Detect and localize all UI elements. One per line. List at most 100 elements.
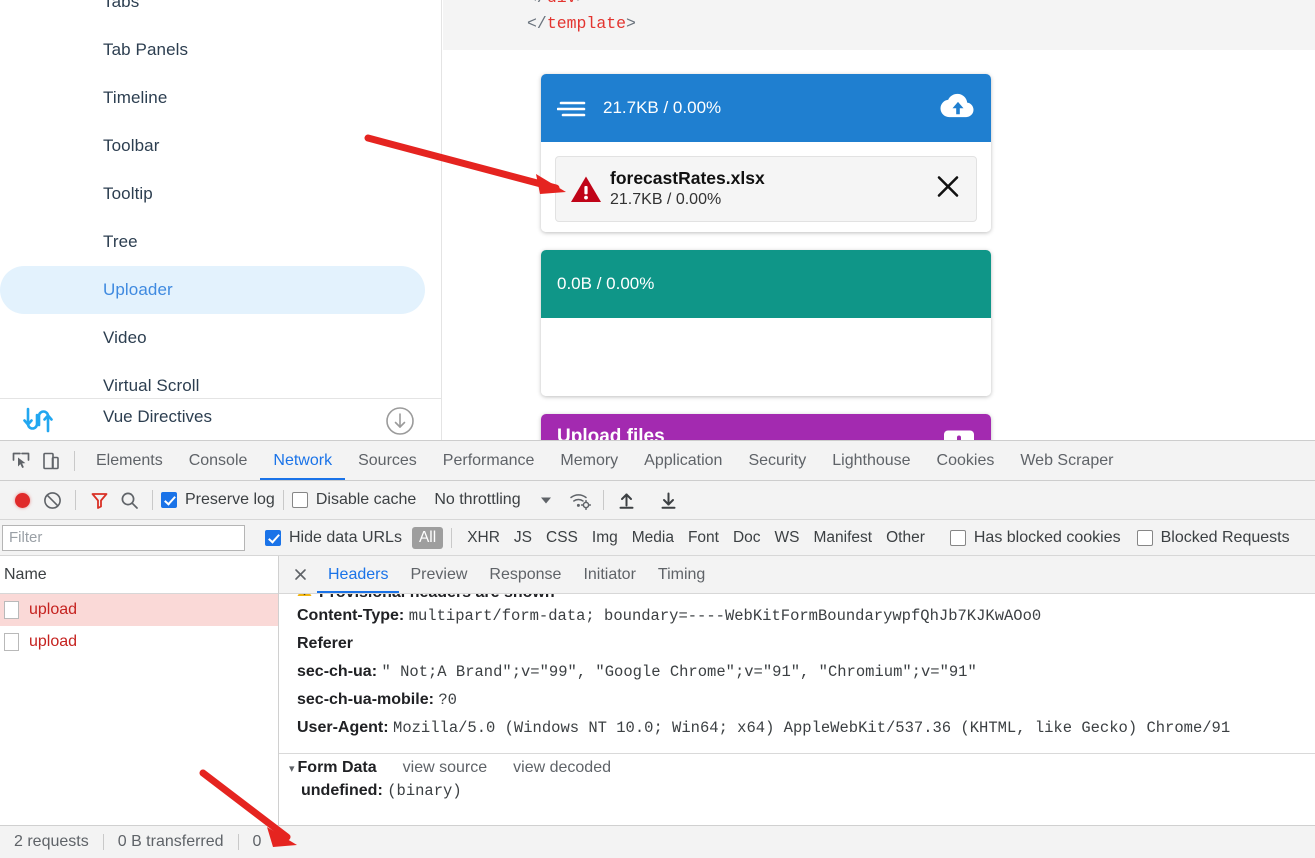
filter-type-other[interactable]: Other <box>879 527 932 549</box>
column-name: Name <box>4 565 47 583</box>
detail-tab-preview[interactable]: Preview <box>399 556 478 593</box>
preserve-log-checkbox[interactable] <box>161 492 177 508</box>
view-decoded-link[interactable]: view decoded <box>513 759 611 777</box>
filter-type-manifest[interactable]: Manifest <box>807 527 880 549</box>
tab-security[interactable]: Security <box>735 441 819 480</box>
request-detail: Headers Preview Response Initiator Timin… <box>279 556 1315 838</box>
device-toolbar-icon[interactable] <box>36 446 66 476</box>
filter-type-xhr[interactable]: XHR <box>460 527 507 549</box>
tab-performance[interactable]: Performance <box>430 441 548 480</box>
throttling-select[interactable]: No throttling <box>434 491 520 509</box>
tab-console[interactable]: Console <box>176 441 261 480</box>
filter-type-ws[interactable]: WS <box>768 527 807 549</box>
header-value: ?0 <box>438 691 457 709</box>
detail-tab-response[interactable]: Response <box>478 556 572 593</box>
vue-swap-icon <box>18 404 58 436</box>
blocked-requests-checkbox[interactable] <box>1136 529 1153 546</box>
inspect-element-icon[interactable] <box>6 446 36 476</box>
sidebar-item-toolbar[interactable]: Toolbar <box>0 122 425 170</box>
filter-type-js[interactable]: JS <box>507 527 539 549</box>
tab-lighthouse[interactable]: Lighthouse <box>819 441 923 480</box>
hide-data-urls-checkbox[interactable] <box>265 529 281 546</box>
chevron-down-icon[interactable]: ▾ <box>289 762 295 775</box>
close-icon[interactable] <box>934 173 962 206</box>
tab-network[interactable]: Network <box>260 441 345 480</box>
uploader-card-teal[interactable]: 0.0B / 0.00% <box>541 250 991 396</box>
close-icon[interactable] <box>289 564 311 586</box>
header-row-sec-ch-ua: sec-ch-ua: " Not;A Brand";v="99", "Googl… <box>279 658 1315 686</box>
form-data-header[interactable]: ▾ Form Data view source view decoded <box>279 754 1315 782</box>
uploader-card-blue[interactable]: 21.7KB / 0.00% forecastRates.xlsx 21.7KB… <box>541 74 991 232</box>
download-circle-icon[interactable] <box>383 404 417 438</box>
sidebar-item-label: Tree <box>103 232 138 251</box>
divider <box>75 490 76 510</box>
disable-cache-checkbox[interactable] <box>291 492 308 508</box>
filter-type-css[interactable]: CSS <box>539 527 585 549</box>
card-body: forecastRates.xlsx 21.7KB / 0.00% <box>541 142 991 232</box>
component-sidebar[interactable]: Tabs Tab Panels Timeline Toolbar Tooltip… <box>0 0 442 440</box>
funnel-filter-icon[interactable] <box>84 485 114 515</box>
has-blocked-cookies-checkbox[interactable] <box>949 529 966 546</box>
export-har-icon[interactable] <box>654 485 684 515</box>
sidebar-item-tab-panels[interactable]: Tab Panels <box>0 26 425 74</box>
filter-type-doc[interactable]: Doc <box>726 527 768 549</box>
filter-type-media[interactable]: Media <box>625 527 681 549</box>
request-list[interactable]: Name upload upload <box>0 556 279 838</box>
sidebar-item-tree[interactable]: Tree <box>0 218 425 266</box>
tab-application[interactable]: Application <box>631 441 735 480</box>
sidebar-item-uploader[interactable]: Uploader <box>0 266 425 314</box>
card-subtitle: 0.0B / 0.00% <box>557 273 655 293</box>
detail-tab-timing[interactable]: Timing <box>647 556 716 593</box>
search-icon[interactable] <box>114 485 144 515</box>
detail-tab-headers[interactable]: Headers <box>317 556 399 593</box>
card-header: 21.7KB / 0.00% <box>541 74 991 142</box>
view-source-link[interactable]: view source <box>403 759 487 777</box>
header-row-user-agent: User-Agent: Mozilla/5.0 (Windows NT 10.0… <box>279 714 1315 742</box>
tab-memory[interactable]: Memory <box>547 441 631 480</box>
filter-type-img[interactable]: Img <box>585 527 625 549</box>
header-row-sec-ch-ua-mobile: sec-ch-ua-mobile: ?0 <box>279 686 1315 714</box>
status-bar: 2 requests 0 B transferred 0 <box>0 825 1315 858</box>
table-row[interactable]: upload <box>0 626 278 658</box>
devtools-panel: Elements Console Network Sources Perform… <box>0 440 1315 858</box>
form-data-title: Form Data <box>297 759 377 776</box>
table-row[interactable]: upload <box>0 594 278 626</box>
detail-tab-initiator[interactable]: Initiator <box>572 556 646 593</box>
sidebar-item-label: Timeline <box>103 88 168 107</box>
sidebar-footer-label: Vue Directives <box>103 407 212 426</box>
tab-elements[interactable]: Elements <box>83 441 176 480</box>
demo-pane: </div> </template> 21.7KB / 0.00% <box>443 0 1315 440</box>
file-chip[interactable]: forecastRates.xlsx 21.7KB / 0.00% <box>555 156 977 222</box>
filter-type-font[interactable]: Font <box>681 527 726 549</box>
document-icon <box>4 601 19 619</box>
card-titles: 0.0B / 0.00% <box>557 273 654 295</box>
divider <box>282 490 284 510</box>
sidebar-item-tooltip[interactable]: Tooltip <box>0 170 425 218</box>
sidebar-item-tabs[interactable]: Tabs <box>0 0 425 26</box>
sidebar-item-timeline[interactable]: Timeline <box>0 74 425 122</box>
code-snippet: </div> </template> <box>443 0 1315 50</box>
sidebar-item-video[interactable]: Video <box>0 314 425 362</box>
filter-type-all[interactable]: All <box>411 526 444 549</box>
sidebar-footer[interactable]: Vue Directives <box>0 398 441 440</box>
plus-square-icon[interactable] <box>943 430 975 440</box>
tab-web-scraper[interactable]: Web Scraper <box>1007 441 1126 480</box>
chevron-down-icon[interactable] <box>531 485 561 515</box>
tab-cookies[interactable]: Cookies <box>924 441 1008 480</box>
form-data-value: (binary) <box>387 782 462 800</box>
detail-tabbar: Headers Preview Response Initiator Timin… <box>279 556 1315 594</box>
divider <box>602 490 604 510</box>
import-har-icon[interactable] <box>612 485 642 515</box>
sidebar-item-label: Tab Panels <box>103 40 189 59</box>
network-content: Name upload upload Headers Preview Respo… <box>0 556 1315 838</box>
preserve-log-label: Preserve log <box>185 491 275 508</box>
filter-input[interactable]: Filter <box>2 524 245 551</box>
request-column-header[interactable]: Name <box>0 556 278 594</box>
clear-prohibit-icon[interactable] <box>37 485 67 515</box>
tab-sources[interactable]: Sources <box>345 441 430 480</box>
list-lines-icon <box>557 98 591 118</box>
network-conditions-icon[interactable] <box>565 485 595 515</box>
record-stop-icon[interactable] <box>7 485 37 515</box>
cloud-upload-icon[interactable] <box>937 91 975 126</box>
uploader-card-purple[interactable]: Upload files 0.0B / 0.00% <box>541 414 991 440</box>
